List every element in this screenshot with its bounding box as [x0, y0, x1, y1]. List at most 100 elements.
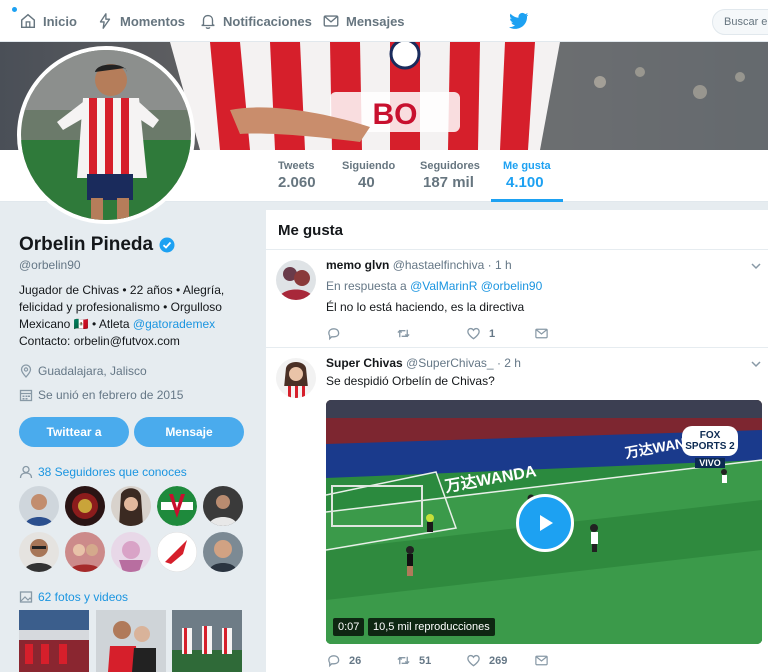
person-icon [19, 465, 33, 479]
follower-avatar[interactable] [157, 532, 197, 572]
stat-followers[interactable]: Seguidores 187 mil [420, 150, 480, 202]
image-icon [19, 591, 33, 603]
play-button[interactable] [516, 494, 574, 552]
broadcaster-name: FOX SPORTS 2 [682, 426, 738, 456]
envelope-icon [535, 655, 548, 666]
follower-avatar[interactable] [19, 532, 59, 572]
stat-following-label: Siguiendo [342, 160, 396, 172]
profile-location-text: Guadalajara, Jalisco [38, 364, 147, 378]
reply-prefix: En respuesta a [326, 279, 407, 293]
unread-dot [12, 7, 17, 12]
profile-handle[interactable]: @orbelin90 [19, 258, 81, 272]
video-view-count: 10,5 mil reproducciones [368, 618, 495, 636]
follower-avatar[interactable] [203, 486, 243, 526]
tweet-item[interactable]: Super Chivas @SuperChivas_ · 2 h Se desp… [266, 348, 768, 672]
tweet-author-handle[interactable]: @hastaelfinchiva [393, 258, 485, 272]
photos-videos-link[interactable]: 62 fotos y videos [19, 590, 128, 604]
verified-badge-icon [159, 237, 175, 253]
live-label: VIVO [695, 458, 725, 468]
video-duration: 0:07 [333, 618, 365, 636]
envelope-icon [323, 15, 339, 27]
profile-location: Guadalajara, Jalisco [19, 364, 147, 378]
nav-moments-label: Momentos [120, 13, 185, 29]
reply-button[interactable]: 26 [326, 653, 361, 668]
reply-button[interactable] [326, 326, 349, 341]
nav-notifications[interactable]: Notificaciones [199, 0, 312, 42]
home-icon [20, 13, 36, 29]
reply-count: 26 [349, 654, 362, 667]
bio-link-gatorademex[interactable]: @gatorademex [133, 317, 215, 331]
profile-joined-text: Se unió en febrero de 2015 [38, 388, 184, 402]
broadcaster-logo: FOX SPORTS 2 VIVO [682, 426, 738, 468]
tweet-timestamp[interactable]: · 1 h [488, 258, 512, 272]
twitter-bird-icon[interactable] [509, 12, 529, 30]
heart-icon [467, 654, 480, 667]
tweet-item[interactable]: memo glvn @hastaelfinchiva · 1 h En resp… [266, 250, 768, 348]
follower-avatar[interactable] [111, 486, 151, 526]
play-icon [540, 515, 553, 531]
reply-mentions[interactable]: @ValMarinR @orbelin90 [410, 279, 542, 293]
media-thumbnail[interactable] [172, 610, 242, 672]
bio-athlete: • Atleta [92, 317, 130, 331]
tweet-text: Se despidió Orbelín de Chivas? [326, 374, 495, 388]
tweet-to-button[interactable]: Twittear a [19, 417, 129, 447]
like-button[interactable]: 1 [466, 326, 495, 341]
retweet-button[interactable]: 51 [396, 653, 431, 668]
profile-avatar[interactable] [17, 46, 195, 224]
tweet-text: Él no lo está haciendo, es la directiva [326, 300, 525, 314]
profile-joined: Se unió en febrero de 2015 [19, 388, 183, 402]
message-button[interactable]: Mensaje [134, 417, 244, 447]
nav-notifications-label: Notificaciones [223, 13, 312, 29]
tweet-author-avatar[interactable] [276, 358, 316, 398]
tweet-timestamp[interactable]: · 2 h [497, 356, 521, 370]
timeline-title: Me gusta [266, 210, 768, 250]
media-thumbnail[interactable] [96, 610, 166, 672]
chevron-down-icon[interactable] [750, 358, 762, 370]
follower-avatar[interactable] [203, 532, 243, 572]
stat-tweets-value: 2.060 [278, 174, 316, 191]
tweet-reply-context: En respuesta a @ValMarinR @orbelin90 [326, 279, 542, 293]
followers-you-know-text: 38 Seguidores que conoces [38, 465, 187, 479]
retweet-button[interactable] [396, 326, 419, 341]
stat-likes-value: 4.100 [506, 174, 544, 191]
tweet-author-handle[interactable]: @SuperChivas_ [406, 356, 494, 370]
nav-moments[interactable]: Momentos [96, 0, 185, 42]
tweet-author-name[interactable]: Super Chivas [326, 356, 403, 370]
followers-you-know-link[interactable]: 38 Seguidores que conoces [19, 465, 187, 479]
tweet-header: memo glvn @hastaelfinchiva · 1 h [326, 258, 512, 272]
tweet-author-avatar[interactable] [276, 260, 316, 300]
likes-timeline: Me gusta memo glvn @hastaelfinchiva · 1 … [266, 210, 768, 672]
chevron-down-icon[interactable] [750, 260, 762, 272]
stat-tweets[interactable]: Tweets 2.060 [278, 150, 316, 202]
top-navigation: Inicio Momentos Notificaciones Mensajes … [0, 0, 768, 42]
tweet-author-name[interactable]: memo glvn [326, 258, 389, 272]
stat-tweets-label: Tweets [278, 160, 315, 172]
direct-message-button[interactable] [534, 653, 549, 668]
reply-icon [328, 655, 340, 668]
retweet-icon [397, 656, 410, 665]
retweet-count: 51 [419, 654, 432, 667]
stat-likes[interactable]: Me gusta 4.100 [491, 150, 563, 202]
media-thumbnail[interactable] [19, 610, 89, 672]
profile-name-row: Orbelin Pineda [19, 234, 175, 256]
bell-icon [201, 14, 215, 29]
like-button[interactable]: 269 [466, 653, 507, 668]
envelope-icon [535, 328, 548, 339]
stat-following[interactable]: Siguiendo 40 [342, 150, 395, 202]
follower-avatar[interactable] [65, 532, 105, 572]
calendar-icon [19, 389, 33, 402]
nav-home[interactable]: Inicio [19, 0, 77, 42]
direct-message-button[interactable] [534, 326, 549, 341]
follower-avatar[interactable] [157, 486, 197, 526]
video-player[interactable]: 万达WANDA 万达WANDA FOX SPORTS 2 VIVO 0:07 1… [326, 400, 762, 644]
nav-messages[interactable]: Mensajes [322, 0, 405, 42]
stat-likes-label: Me gusta [503, 160, 551, 172]
retweet-icon [397, 329, 410, 338]
follower-avatar[interactable] [19, 486, 59, 526]
svg-text:BO: BO [373, 98, 418, 131]
nav-messages-label: Mensajes [346, 13, 405, 29]
search-input[interactable]: Buscar en [712, 9, 768, 35]
follower-avatar[interactable] [111, 532, 151, 572]
profile-bio: Jugador de Chivas • 22 años • Alegría, f… [19, 282, 254, 350]
follower-avatar[interactable] [65, 486, 105, 526]
